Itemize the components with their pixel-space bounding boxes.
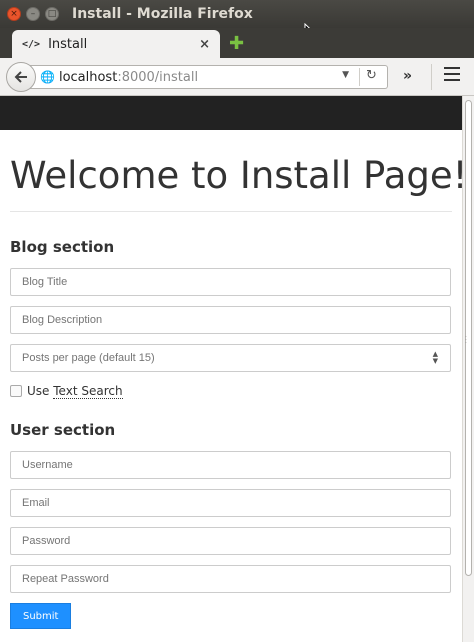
posts-per-page-wrapper: ▲▼ (10, 343, 452, 372)
scrollbar-grip-icon: · · · (465, 334, 467, 347)
text-search-option: Use Text Search (10, 384, 452, 399)
tab-close-icon[interactable]: × (199, 37, 210, 52)
posts-per-page-input[interactable] (10, 343, 451, 372)
window-maximize-button[interactable]: □ (45, 7, 59, 21)
vertical-scrollbar[interactable]: · · · (462, 96, 474, 642)
page-title: Welcome to Install Page! (10, 154, 462, 197)
text-search-label[interactable]: Text Search (53, 384, 123, 399)
window-titlebar: × – □ Install - Mozilla Firefox (0, 0, 474, 41)
use-label: Use (27, 384, 50, 399)
username-input[interactable] (10, 450, 451, 479)
tab-install[interactable]: </> Install × (12, 30, 220, 58)
navigation-toolbar: 🌐 localhost:8000/install ▼ ↻ » (0, 58, 474, 96)
url-path: :8000/install (117, 69, 199, 85)
window-minimize-button[interactable]: – (26, 7, 40, 21)
title-divider (10, 210, 452, 212)
arrow-left-icon (14, 71, 27, 83)
toolbar-divider (431, 64, 432, 90)
window-title: Install - Mozilla Firefox (72, 6, 253, 22)
tab-strip: </> Install × ✚ (0, 28, 474, 58)
url-history-dropdown-icon[interactable]: ▼ (342, 70, 349, 80)
url-host: localhost (58, 69, 118, 85)
user-section-heading: User section (10, 420, 116, 439)
blog-description-input[interactable] (10, 305, 451, 334)
number-spinner-icon[interactable]: ▲ ▼ (433, 350, 438, 365)
submit-button[interactable]: Submit (10, 602, 72, 629)
hamburger-menu-icon[interactable] (444, 67, 460, 85)
repeat-password-input[interactable] (10, 564, 451, 593)
code-icon: </> (22, 38, 41, 50)
password-input[interactable] (10, 526, 451, 555)
window-close-button[interactable]: × (7, 7, 21, 21)
page-viewport: Welcome to Install Page! Blog section ▲▼… (0, 96, 462, 642)
reload-icon[interactable]: ↻ (359, 68, 383, 86)
tab-label: Install (48, 36, 88, 52)
text-search-checkbox[interactable] (10, 385, 22, 398)
page-top-navbar (0, 96, 462, 130)
blog-title-input[interactable] (10, 267, 451, 296)
back-button[interactable] (6, 62, 36, 92)
new-tab-plus-icon[interactable]: ✚ (229, 35, 244, 53)
globe-icon: 🌐 (40, 70, 55, 84)
url-bar[interactable]: 🌐 localhost:8000/install ▼ ↻ (30, 65, 388, 89)
overflow-chevron-icon[interactable]: » (403, 68, 412, 84)
email-input[interactable] (10, 488, 451, 517)
blog-section-heading: Blog section (10, 237, 115, 256)
